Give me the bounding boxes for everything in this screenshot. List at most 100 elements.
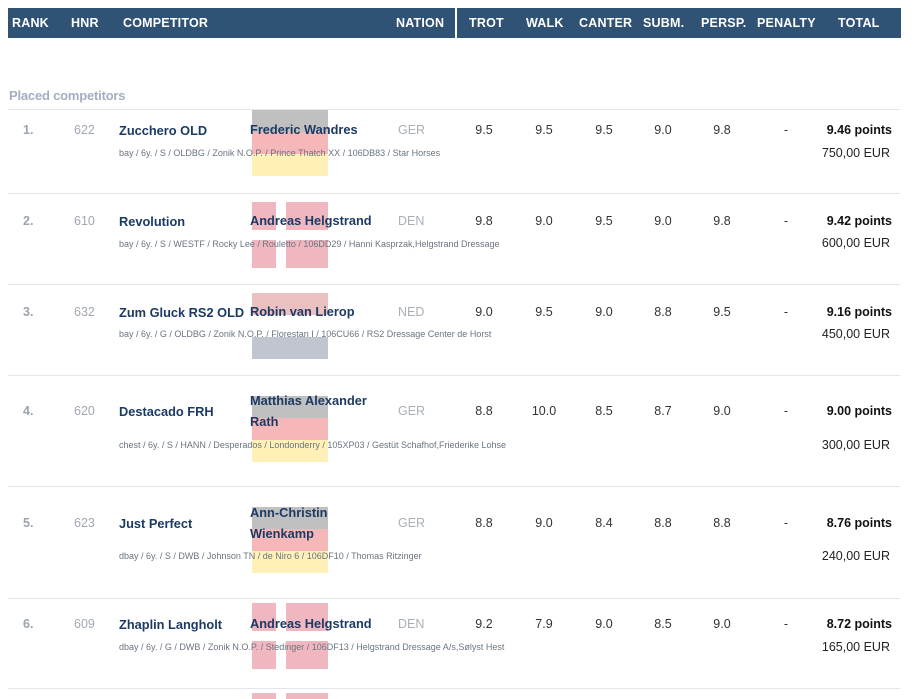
- penalty: -: [783, 123, 789, 137]
- header-total[interactable]: TOTAL: [838, 16, 880, 30]
- rider-link[interactable]: Frederic Wandres: [250, 119, 358, 140]
- prize-money: 165,00 EUR: [821, 640, 890, 654]
- prize-money: 300,00 EUR: [821, 438, 890, 452]
- score-perspective: 9.0: [713, 617, 731, 631]
- score-perspective: 9.8: [713, 123, 731, 137]
- horse-details: chest / 6y. / S / HANN / Desperados / Lo…: [119, 440, 507, 450]
- horse-details: bay / 6y. / S / WESTF / Rocky Lee / Roul…: [119, 239, 500, 249]
- score-submission: 8.7: [654, 404, 672, 418]
- horse-link[interactable]: Revolution: [119, 214, 185, 229]
- table-row[interactable]: 1. 622 Zucchero OLD Frederic Wandres GER…: [8, 109, 900, 200]
- nation: NED: [398, 305, 425, 319]
- score-canter: 8.5: [595, 404, 613, 418]
- table-row[interactable]: 5. 623 Just Perfect Ann-Christin Wienkamp…: [8, 486, 900, 598]
- table-row-partial: [8, 688, 900, 699]
- table-row[interactable]: 3. 632 Zum Gluck RS2 OLD Robin van Liero…: [8, 284, 900, 375]
- score-canter: 9.0: [595, 617, 613, 631]
- prize-money: 450,00 EUR: [821, 327, 890, 341]
- total-points: 8.72 points: [826, 617, 892, 631]
- penalty: -: [783, 214, 789, 228]
- hnr: 620: [74, 404, 95, 418]
- score-submission: 9.0: [654, 123, 672, 137]
- rider-link[interactable]: Matthias Alexander Rath: [250, 390, 367, 432]
- score-trot: 9.2: [475, 617, 493, 631]
- horse-details: dbay / 6y. / S / DWB / Johnson TN / de N…: [119, 551, 422, 561]
- horse-details: bay / 6y. / S / OLDBG / Zonik N.O.P. / P…: [119, 148, 441, 158]
- table-row[interactable]: 6. 609 Zhaplin Langholt Andreas Helgstra…: [8, 598, 900, 699]
- rank: 4.: [23, 404, 34, 418]
- score-perspective: 9.8: [713, 214, 731, 228]
- header-penalty[interactable]: PENALTY: [757, 16, 816, 30]
- horse-link[interactable]: Destacado FRH: [119, 404, 214, 419]
- nation: GER: [398, 404, 426, 418]
- rank: 6.: [23, 617, 34, 631]
- horse-link[interactable]: Zucchero OLD: [119, 123, 207, 138]
- rank: 5.: [23, 516, 34, 530]
- score-submission: 8.8: [654, 516, 672, 530]
- section-title: Placed competitors: [9, 88, 126, 103]
- total-points: 9.16 points: [826, 305, 892, 319]
- header-rank[interactable]: RANK: [12, 16, 49, 30]
- total-points: 9.00 points: [826, 404, 892, 418]
- score-submission: 9.0: [654, 214, 672, 228]
- rider-link[interactable]: Andreas Helgstrand: [250, 613, 372, 634]
- header-subm[interactable]: SUBM.: [643, 16, 684, 30]
- nation: DEN: [398, 617, 425, 631]
- header-nation[interactable]: NATION: [396, 16, 444, 30]
- nation-flag-watermark: [252, 693, 328, 699]
- horse-details: bay / 6y. / G / OLDBG / Zonik N.O.P. / F…: [119, 329, 492, 339]
- header-competitor[interactable]: COMPETITOR: [123, 16, 208, 30]
- table-row[interactable]: 2. 610 Revolution Andreas Helgstrand DEN…: [8, 193, 900, 284]
- hnr: 623: [74, 516, 95, 530]
- score-canter: 8.4: [595, 516, 613, 530]
- horse-link[interactable]: Zum Gluck RS2 OLD: [119, 305, 244, 320]
- header-trot[interactable]: TROT: [469, 16, 504, 30]
- total-points: 8.76 points: [826, 516, 892, 530]
- horse-link[interactable]: Just Perfect: [119, 516, 192, 531]
- rider-link[interactable]: Ann-Christin Wienkamp: [250, 502, 327, 544]
- prize-money: 750,00 EUR: [821, 146, 890, 160]
- rider-link[interactable]: Andreas Helgstrand: [250, 210, 372, 231]
- score-walk: 7.9: [535, 617, 553, 631]
- score-canter: 9.0: [595, 305, 613, 319]
- rank: 2.: [23, 214, 34, 228]
- header-canter[interactable]: CANTER: [579, 16, 632, 30]
- score-walk: 9.5: [535, 123, 553, 137]
- score-perspective: 9.5: [713, 305, 731, 319]
- rider-name-line-1: Matthias Alexander: [250, 393, 367, 408]
- penalty: -: [783, 516, 789, 530]
- total-points: 9.46 points: [826, 123, 892, 137]
- header-hnr[interactable]: HNR: [71, 16, 99, 30]
- header-persp[interactable]: PERSP.: [701, 16, 746, 30]
- horse-details: dbay / 6y. / G / DWB / Zonik N.O.P. / St…: [119, 642, 505, 652]
- score-trot: 8.8: [475, 404, 493, 418]
- score-submission: 8.8: [654, 305, 672, 319]
- rider-name-line-2: Wienkamp: [250, 526, 314, 541]
- penalty: -: [783, 404, 789, 418]
- table-row[interactable]: 4. 620 Destacado FRH Matthias Alexander R…: [8, 375, 900, 486]
- rider-link[interactable]: Robin van Lierop: [250, 301, 355, 322]
- rank: 1.: [23, 123, 34, 137]
- score-trot: 9.8: [475, 214, 493, 228]
- nation: DEN: [398, 214, 425, 228]
- hnr: 610: [74, 214, 95, 228]
- header-walk[interactable]: WALK: [526, 16, 564, 30]
- score-walk: 9.5: [535, 305, 553, 319]
- hnr: 622: [74, 123, 95, 137]
- penalty: -: [783, 617, 789, 631]
- score-walk: 9.0: [535, 214, 553, 228]
- score-trot: 9.5: [475, 123, 493, 137]
- nation: GER: [398, 516, 426, 530]
- rider-name-line-2: Rath: [250, 414, 279, 429]
- score-perspective: 8.8: [713, 516, 731, 530]
- score-submission: 8.5: [654, 617, 672, 631]
- prize-money: 600,00 EUR: [821, 236, 890, 250]
- score-canter: 9.5: [595, 123, 613, 137]
- score-canter: 9.5: [595, 214, 613, 228]
- score-walk: 9.0: [535, 516, 553, 530]
- results-table-header: RANK HNR COMPETITOR NATION TROT WALK CAN…: [8, 8, 901, 38]
- prize-money: 240,00 EUR: [821, 549, 890, 563]
- score-perspective: 9.0: [713, 404, 731, 418]
- horse-link[interactable]: Zhaplin Langholt: [119, 617, 222, 632]
- rank: 3.: [23, 305, 34, 319]
